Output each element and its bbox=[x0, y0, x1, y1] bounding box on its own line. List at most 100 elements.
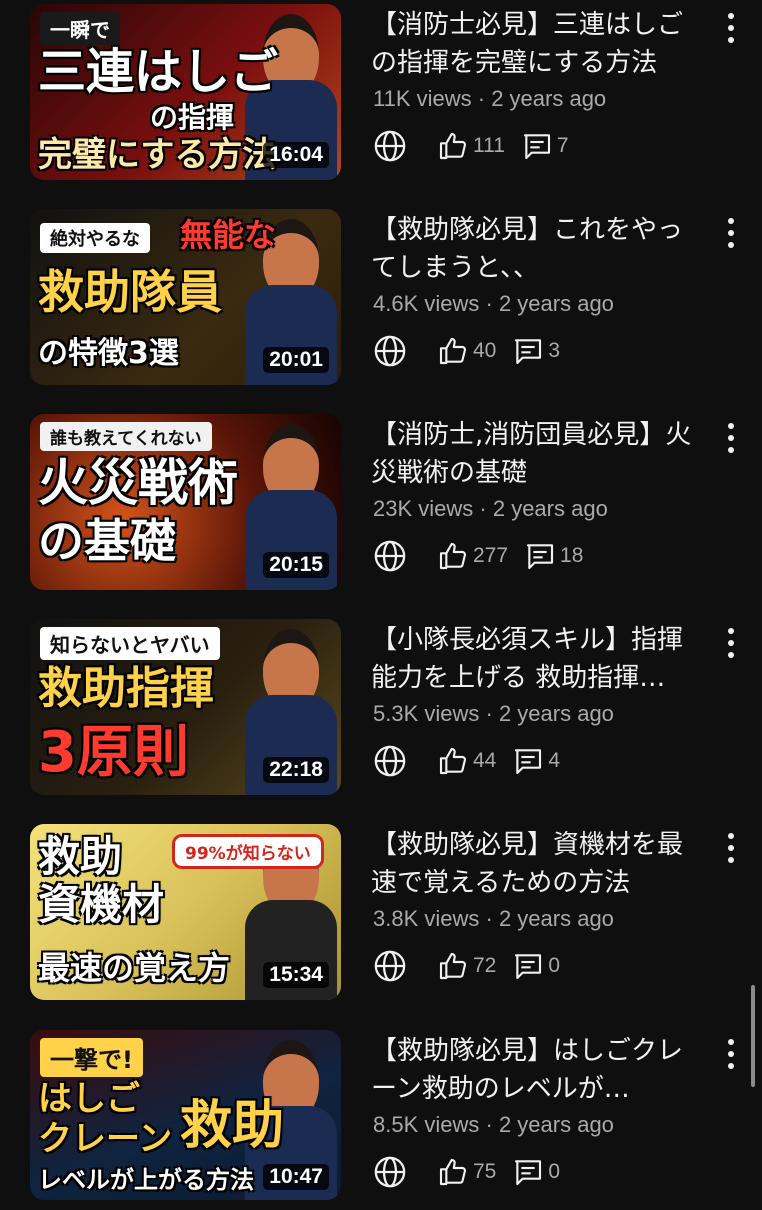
upload-age: 2 years ago bbox=[498, 701, 614, 726]
comment-stat: 0 bbox=[512, 950, 560, 982]
view-count: 3.8K views bbox=[373, 906, 480, 931]
video-title[interactable]: 【救助隊必見】はしごクレーン救助のレベルが… bbox=[371, 1032, 701, 1108]
upload-age: 2 years ago bbox=[498, 906, 614, 931]
globe-icon bbox=[374, 950, 406, 982]
video-item[interactable]: 知らないとヤバい 救助指揮 3原則 22:18 【小隊長必須スキル】指揮能力を上… bbox=[0, 619, 762, 799]
comment-stat: 4 bbox=[512, 745, 560, 777]
scrollbar-thumb[interactable] bbox=[751, 985, 755, 1087]
like-stat: 277 bbox=[437, 540, 508, 572]
more-vert-icon[interactable] bbox=[720, 625, 742, 661]
comment-icon bbox=[515, 749, 542, 775]
thumbs-up-icon bbox=[439, 747, 467, 775]
globe-icon bbox=[374, 335, 406, 367]
upload-age: 2 years ago bbox=[498, 1112, 614, 1137]
video-thumbnail[interactable]: 救助 資機材 99%が知らない 最速の覚え方 15:34 bbox=[30, 824, 341, 1000]
thumbnail-text: の特徴3選 bbox=[38, 336, 179, 371]
thumbs-up-icon bbox=[439, 1158, 467, 1186]
video-item[interactable]: 絶対やるな 無能な 救助隊員 の特徴3選 20:01 【救助隊必見】これをやって… bbox=[0, 209, 762, 389]
thumbnail-text: 誰も教えてくれない bbox=[40, 422, 212, 451]
upload-age: 2 years ago bbox=[498, 291, 614, 316]
video-stats: 111 7 bbox=[373, 128, 569, 164]
comment-count: 0 bbox=[548, 1160, 561, 1183]
video-thumbnail[interactable]: 一撃で! はしご クレーン 救助 レベルが上がる方法 10:47 bbox=[30, 1030, 341, 1200]
comment-icon bbox=[523, 134, 550, 160]
like-count: 111 bbox=[473, 134, 505, 157]
video-stats: 72 0 bbox=[373, 948, 560, 984]
video-duration: 20:01 bbox=[263, 347, 329, 373]
like-count: 44 bbox=[473, 749, 497, 772]
like-stat: 75 bbox=[437, 1156, 496, 1188]
upload-age: 2 years ago bbox=[491, 86, 607, 111]
comment-count: 0 bbox=[548, 954, 561, 977]
video-item[interactable]: 誰も教えてくれない 火災戦術 の基礎 20:15 【消防士,消防団員必見】火災戦… bbox=[0, 414, 762, 594]
thumbnail-text: 一撃で! bbox=[40, 1038, 143, 1077]
comment-stat: 7 bbox=[521, 130, 569, 162]
video-item[interactable]: 一撃で! はしご クレーン 救助 レベルが上がる方法 10:47 【救助隊必見】… bbox=[0, 1030, 762, 1210]
video-stats: 40 3 bbox=[373, 333, 560, 369]
video-title[interactable]: 【消防士,消防団員必見】火災戦術の基礎 bbox=[371, 416, 701, 492]
like-count: 75 bbox=[473, 1160, 497, 1183]
video-title[interactable]: 【消防士必見】三連はしごの指揮を完璧にする方法 bbox=[371, 6, 701, 82]
video-item[interactable]: 一瞬で 三連はしご の指揮 完璧にする方法 16:04 【消防士必見】三連はしご… bbox=[0, 4, 762, 184]
comment-count: 7 bbox=[556, 134, 569, 157]
more-vert-icon[interactable] bbox=[720, 420, 742, 456]
video-stats: 44 4 bbox=[373, 743, 560, 779]
video-thumbnail[interactable]: 知らないとヤバい 救助指揮 3原則 22:18 bbox=[30, 619, 341, 795]
globe-icon bbox=[374, 745, 406, 777]
globe-icon bbox=[374, 540, 406, 572]
video-meta: 8.5K views · 2 years ago bbox=[373, 1112, 614, 1137]
like-stat: 72 bbox=[437, 950, 496, 982]
thumbnail-text: 一瞬で bbox=[40, 12, 120, 45]
video-thumbnail[interactable]: 誰も教えてくれない 火災戦術 の基礎 20:15 bbox=[30, 414, 341, 590]
more-vert-icon[interactable] bbox=[720, 830, 742, 866]
thumbs-up-icon bbox=[439, 542, 467, 570]
thumbnail-text: クレーン bbox=[38, 1119, 173, 1159]
video-duration: 15:34 bbox=[263, 962, 329, 988]
thumbnail-text: 絶対やるな bbox=[40, 223, 150, 253]
thumbnail-text: 最速の覚え方 bbox=[38, 949, 231, 987]
video-thumbnail[interactable]: 一瞬で 三連はしご の指揮 完璧にする方法 16:04 bbox=[30, 4, 341, 180]
thumbnail-text: 火災戦術 bbox=[38, 454, 238, 512]
view-count: 4.6K views bbox=[373, 291, 480, 316]
video-duration: 22:18 bbox=[263, 757, 329, 783]
thumbnail-text: 資機材 bbox=[38, 880, 165, 929]
video-meta: 4.6K views · 2 years ago bbox=[373, 291, 614, 316]
video-meta: 5.3K views · 2 years ago bbox=[373, 701, 614, 726]
more-vert-icon[interactable] bbox=[720, 215, 742, 251]
comment-count: 4 bbox=[548, 749, 561, 772]
thumbnail-text: 救助 bbox=[180, 1096, 285, 1156]
view-count: 23K views bbox=[373, 496, 474, 521]
comment-stat: 3 bbox=[512, 335, 560, 367]
video-meta: 3.8K views · 2 years ago bbox=[373, 906, 614, 931]
like-count: 40 bbox=[473, 339, 497, 362]
video-item[interactable]: 救助 資機材 99%が知らない 最速の覚え方 15:34 【救助隊必見】資機材を… bbox=[0, 824, 762, 1004]
thumbnail-text: 完璧にする方法 bbox=[38, 135, 277, 175]
thumbnail-text: 99%が知らない bbox=[172, 834, 324, 869]
view-count: 11K views bbox=[373, 86, 472, 111]
video-title[interactable]: 【救助隊必見】資機材を最速で覚えるための方法 bbox=[371, 826, 701, 902]
more-vert-icon[interactable] bbox=[720, 10, 742, 46]
like-stat: 40 bbox=[437, 335, 496, 367]
more-vert-icon[interactable] bbox=[720, 1036, 742, 1072]
like-count: 277 bbox=[473, 544, 509, 567]
like-count: 72 bbox=[473, 954, 497, 977]
thumbnail-text: 無能な bbox=[180, 216, 277, 254]
thumbnail-text: 救助指揮 bbox=[38, 663, 214, 714]
comment-icon bbox=[515, 954, 542, 980]
video-title[interactable]: 【救助隊必見】これをやってしまうと、、 bbox=[371, 211, 701, 287]
thumbnail-text: の基礎 bbox=[38, 514, 176, 568]
thumbnail-text: レベルが上がる方法 bbox=[38, 1166, 254, 1194]
video-stats: 75 0 bbox=[373, 1154, 560, 1190]
comment-icon bbox=[515, 1160, 542, 1186]
thumbnail-text: 救助 bbox=[38, 832, 123, 881]
video-title[interactable]: 【小隊長必須スキル】指揮能力を上げる 救助指揮… bbox=[371, 621, 701, 697]
video-duration: 16:04 bbox=[263, 142, 329, 168]
video-thumbnail[interactable]: 絶対やるな 無能な 救助隊員 の特徴3選 20:01 bbox=[30, 209, 341, 385]
thumbnail-text: 3原則 bbox=[38, 720, 189, 785]
thumbnail-text: はしご bbox=[38, 1079, 140, 1119]
thumbnail-text: 知らないとヤバい bbox=[40, 627, 220, 660]
video-duration: 10:47 bbox=[263, 1164, 329, 1190]
comment-count: 18 bbox=[560, 544, 584, 567]
like-stat: 44 bbox=[437, 745, 496, 777]
globe-icon bbox=[374, 1156, 406, 1188]
